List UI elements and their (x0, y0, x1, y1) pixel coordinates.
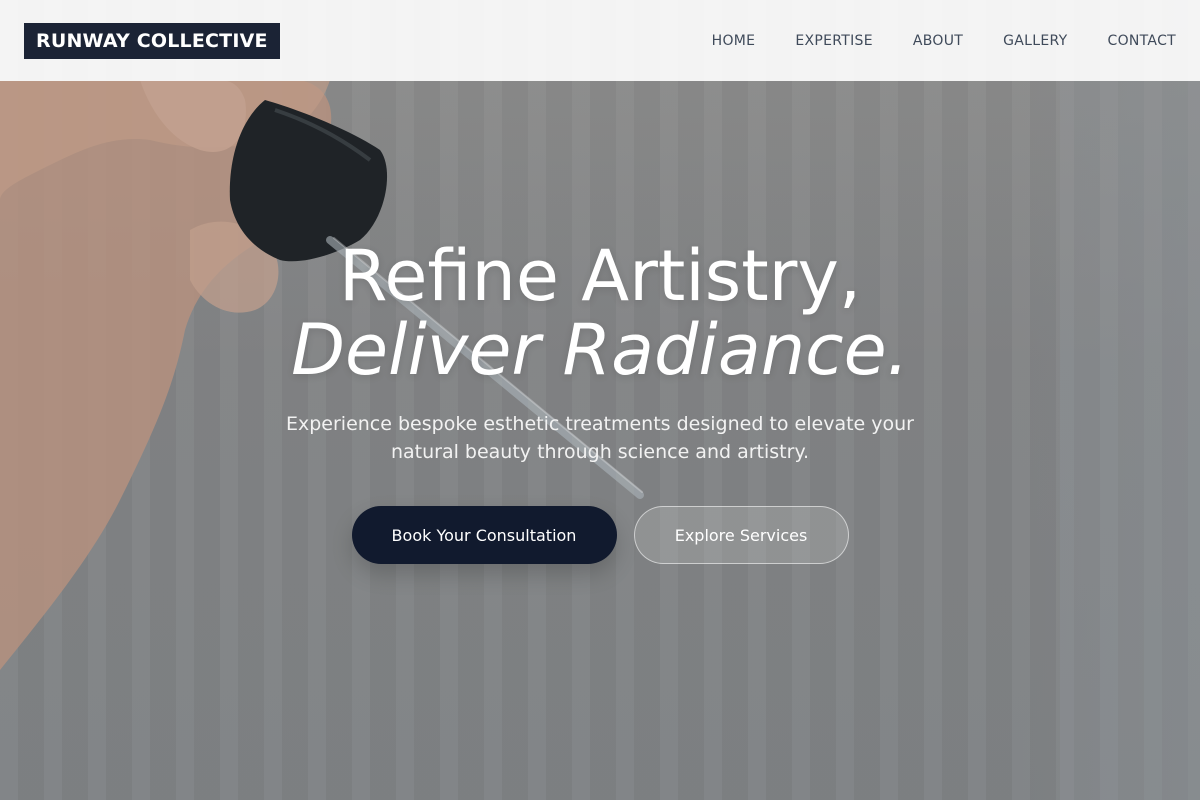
nav-item-home[interactable]: HOME (712, 33, 756, 49)
hero-section: Refine Artistry, Deliver Radiance. Exper… (0, 236, 1200, 564)
book-consultation-button[interactable]: Book Your Consultation (351, 506, 617, 564)
brand-logo[interactable]: RUNWAY COLLECTIVE (24, 22, 280, 59)
hero-subtitle: Experience bespoke esthetic treatments d… (285, 413, 914, 463)
nav-item-gallery[interactable]: GALLERY (1003, 33, 1067, 49)
page: RUNWAY COLLECTIVE HOME EXPERTISE ABOUT G… (0, 0, 1200, 800)
nav-item-contact[interactable]: CONTACT (1108, 33, 1177, 49)
hero-headline-line2: Deliver Radiance. (291, 309, 909, 391)
explore-services-button[interactable]: Explore Services (633, 506, 849, 564)
hero-cta-row: Book Your Consultation Explore Services (0, 506, 1200, 564)
nav-item-expertise[interactable]: EXPERTISE (795, 33, 873, 49)
nav-item-about[interactable]: ABOUT (913, 33, 963, 49)
site-header: RUNWAY COLLECTIVE HOME EXPERTISE ABOUT G… (0, 0, 1200, 81)
main-nav: HOME EXPERTISE ABOUT GALLERY CONTACT (712, 33, 1176, 49)
hero-headline-line1: Refine Artistry, (338, 235, 862, 317)
